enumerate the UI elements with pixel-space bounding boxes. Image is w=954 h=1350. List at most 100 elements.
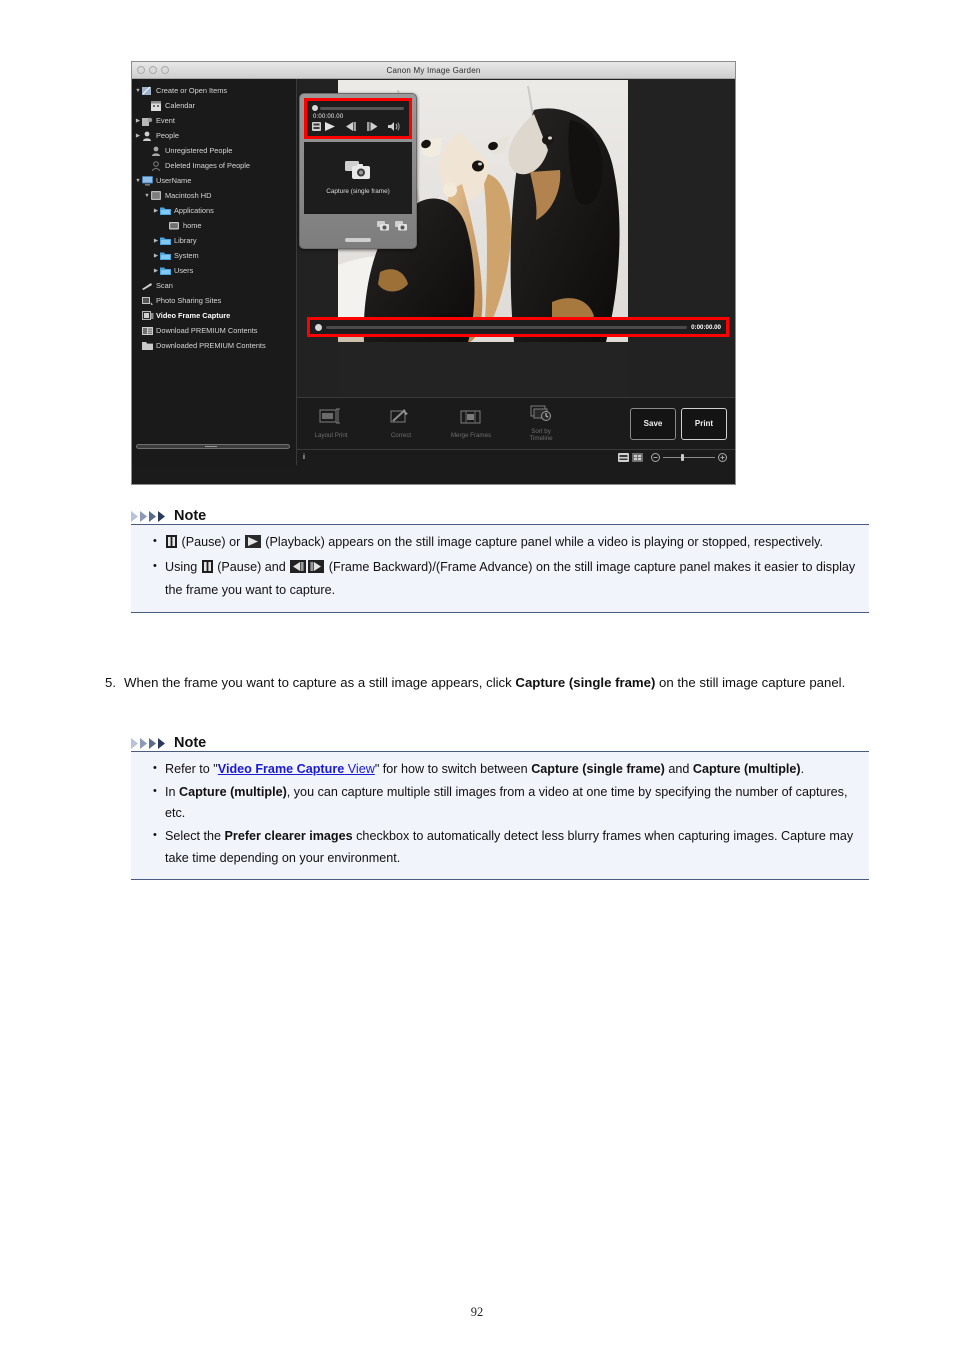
sidebar-item-create-or-open-items[interactable]: ▼ Create or Open Items xyxy=(132,83,296,98)
note-box-2: Refer to "Video Frame Capture View" for … xyxy=(131,751,869,881)
sidebar-item-label: Users xyxy=(174,265,194,275)
sidebar-item-people[interactable]: ▶ People xyxy=(132,128,296,143)
timeline-handle[interactable] xyxy=(315,323,322,331)
sidebar-item-macintosh-hd[interactable]: ▼ Macintosh HD xyxy=(132,188,296,203)
sidebar-item-applications[interactable]: ▶ Applications xyxy=(132,203,296,218)
sidebar-item-unregistered-people[interactable]: Unregistered People xyxy=(132,143,296,158)
sidebar-item-library[interactable]: ▶ Library xyxy=(132,233,296,248)
sidebar-item-download-premium-contents[interactable]: Download PREMIUM Contents xyxy=(132,323,296,338)
statusbar-right-controls[interactable] xyxy=(618,449,727,467)
still-image-capture-panel[interactable]: 0:00:00.00 Capture (single frame) xyxy=(299,93,417,249)
tool-merge-frames[interactable]: Merge Frames xyxy=(445,408,497,440)
info-icon[interactable]: i xyxy=(303,454,305,461)
panel-resize-grip[interactable] xyxy=(345,238,371,242)
tool-label: Sort by Timeline xyxy=(529,427,553,443)
frame-backward-button[interactable] xyxy=(346,122,357,131)
pause-icon xyxy=(201,559,213,581)
minimize-button[interactable] xyxy=(149,66,157,74)
sidebar[interactable]: ▼ Create or Open Items Calendar ▶ Event ▶ Peop… xyxy=(132,79,297,465)
sidebar-item-deleted-images-of-people[interactable]: Deleted Images of People xyxy=(132,158,296,173)
tool-sort-by-timeline[interactable]: Sort by Timeline xyxy=(515,404,567,443)
twisty-right-icon[interactable]: ▶ xyxy=(152,268,160,274)
note-header: Note xyxy=(131,735,869,751)
home-icon xyxy=(169,221,180,231)
twisty-right-icon[interactable]: ▶ xyxy=(134,133,142,139)
stop-button[interactable] xyxy=(312,122,321,131)
toolbar-action-buttons[interactable]: Save Print xyxy=(630,407,727,440)
event-icon xyxy=(142,116,153,126)
twisty-down-icon[interactable]: ▼ xyxy=(134,178,142,184)
playback-controls[interactable] xyxy=(312,122,404,131)
emphasis-term: Prefer clearer images xyxy=(224,828,353,843)
note-bullet: Using (Pause) and (Frame Backward)/(Fram… xyxy=(153,557,859,602)
sidebar-item-scan[interactable]: Scan xyxy=(132,278,296,293)
tool-correct[interactable]: Correct xyxy=(375,408,427,440)
note-bullet: (Pause) or (Playback) appears on the sti… xyxy=(153,532,859,556)
sidebar-item-home[interactable]: home xyxy=(132,218,296,233)
view-mode-toggle[interactable] xyxy=(618,449,643,467)
twisty-right-icon[interactable]: ▶ xyxy=(134,118,142,124)
window-traffic-lights[interactable] xyxy=(137,66,169,74)
sidebar-item-username[interactable]: ▼ UserName xyxy=(132,173,296,188)
timeline-bar[interactable] xyxy=(326,325,688,329)
note-link[interactable]: View xyxy=(344,762,375,776)
note-link[interactable]: Video Frame Capture xyxy=(218,762,344,776)
sidebar-item-label: Library xyxy=(174,235,197,245)
video-timeline-highlight[interactable]: 0:00:00.00 xyxy=(307,317,729,337)
computer-icon xyxy=(142,175,153,186)
harddisk-icon xyxy=(151,190,162,201)
capture-seek-row[interactable] xyxy=(312,105,404,111)
sidebar-horizontal-scrollbar[interactable] xyxy=(136,444,290,449)
sidebar-item-system[interactable]: ▶ System xyxy=(132,248,296,263)
twisty-right-icon[interactable]: ▶ xyxy=(152,238,160,244)
sidebar-tree[interactable]: ▼ Create or Open Items Calendar ▶ Event ▶ Peop… xyxy=(132,83,296,353)
sidebar-item-calendar[interactable]: Calendar xyxy=(132,98,296,113)
detail-view-icon[interactable] xyxy=(618,449,629,467)
bottom-toolbar[interactable]: Layout Print Correct Merge Frames Sort b… xyxy=(297,397,735,449)
close-button[interactable] xyxy=(137,66,145,74)
sidebar-item-video-frame-capture[interactable]: Video Frame Capture xyxy=(132,308,296,323)
capture-single-frame-button[interactable]: Capture (single frame) xyxy=(304,142,412,214)
twisty-right-icon[interactable]: ▶ xyxy=(152,253,160,259)
twisty-down-icon[interactable]: ▼ xyxy=(143,193,151,199)
sidebar-item-users[interactable]: ▶ Users xyxy=(132,263,296,278)
zoom-in-icon[interactable] xyxy=(718,449,727,467)
capture-single-icon[interactable] xyxy=(395,218,408,236)
frame-advance-button[interactable] xyxy=(367,122,378,131)
sidebar-item-photo-sharing-sites[interactable]: Photo Sharing Sites xyxy=(132,293,296,308)
save-button[interactable]: Save xyxy=(630,407,676,440)
sidebar-item-label: Downloaded PREMIUM Contents xyxy=(156,340,266,350)
capture-panel-footer[interactable] xyxy=(304,214,412,236)
sidebar-item-label: home xyxy=(183,220,202,230)
playback-button[interactable] xyxy=(325,122,336,131)
sidebar-item-label: Photo Sharing Sites xyxy=(156,295,222,305)
sidebar-item-label: Event xyxy=(156,115,175,125)
print-button[interactable]: Print xyxy=(681,407,727,440)
photo-sharing-icon xyxy=(142,296,153,306)
zoom-button[interactable] xyxy=(161,66,169,74)
twisty-down-icon[interactable]: ▼ xyxy=(134,88,142,94)
zoom-out-icon[interactable] xyxy=(651,449,660,467)
tool-layout-print[interactable]: Layout Print xyxy=(305,408,357,440)
merge-frames-icon xyxy=(459,408,483,429)
zoom-track[interactable] xyxy=(663,454,715,461)
sidebar-item-downloaded-premium-contents[interactable]: Downloaded PREMIUM Contents xyxy=(132,338,296,353)
step-text-before: When the frame you want to capture as a … xyxy=(124,675,516,690)
seek-handle[interactable] xyxy=(312,105,318,111)
sidebar-item-label: Calendar xyxy=(165,100,195,110)
zoom-slider[interactable] xyxy=(651,449,727,467)
sidebar-item-label: Create or Open Items xyxy=(156,85,228,95)
capture-multiple-icon[interactable] xyxy=(377,218,390,236)
seek-bar[interactable] xyxy=(320,106,404,110)
download-premium-icon xyxy=(142,326,153,336)
twisty-right-icon[interactable]: ▶ xyxy=(152,208,160,214)
step-text-after: on the still image capture panel. xyxy=(655,675,846,690)
thumbnail-view-icon[interactable] xyxy=(632,449,643,467)
sidebar-item-label: People xyxy=(156,130,180,140)
volume-button[interactable] xyxy=(388,122,400,131)
zoom-handle[interactable] xyxy=(681,454,684,461)
folder-icon xyxy=(160,251,171,261)
note-chevrons-icon xyxy=(131,510,169,523)
sidebar-item-event[interactable]: ▶ Event xyxy=(132,113,296,128)
sidebar-item-label: Download PREMIUM Contents xyxy=(156,325,258,335)
